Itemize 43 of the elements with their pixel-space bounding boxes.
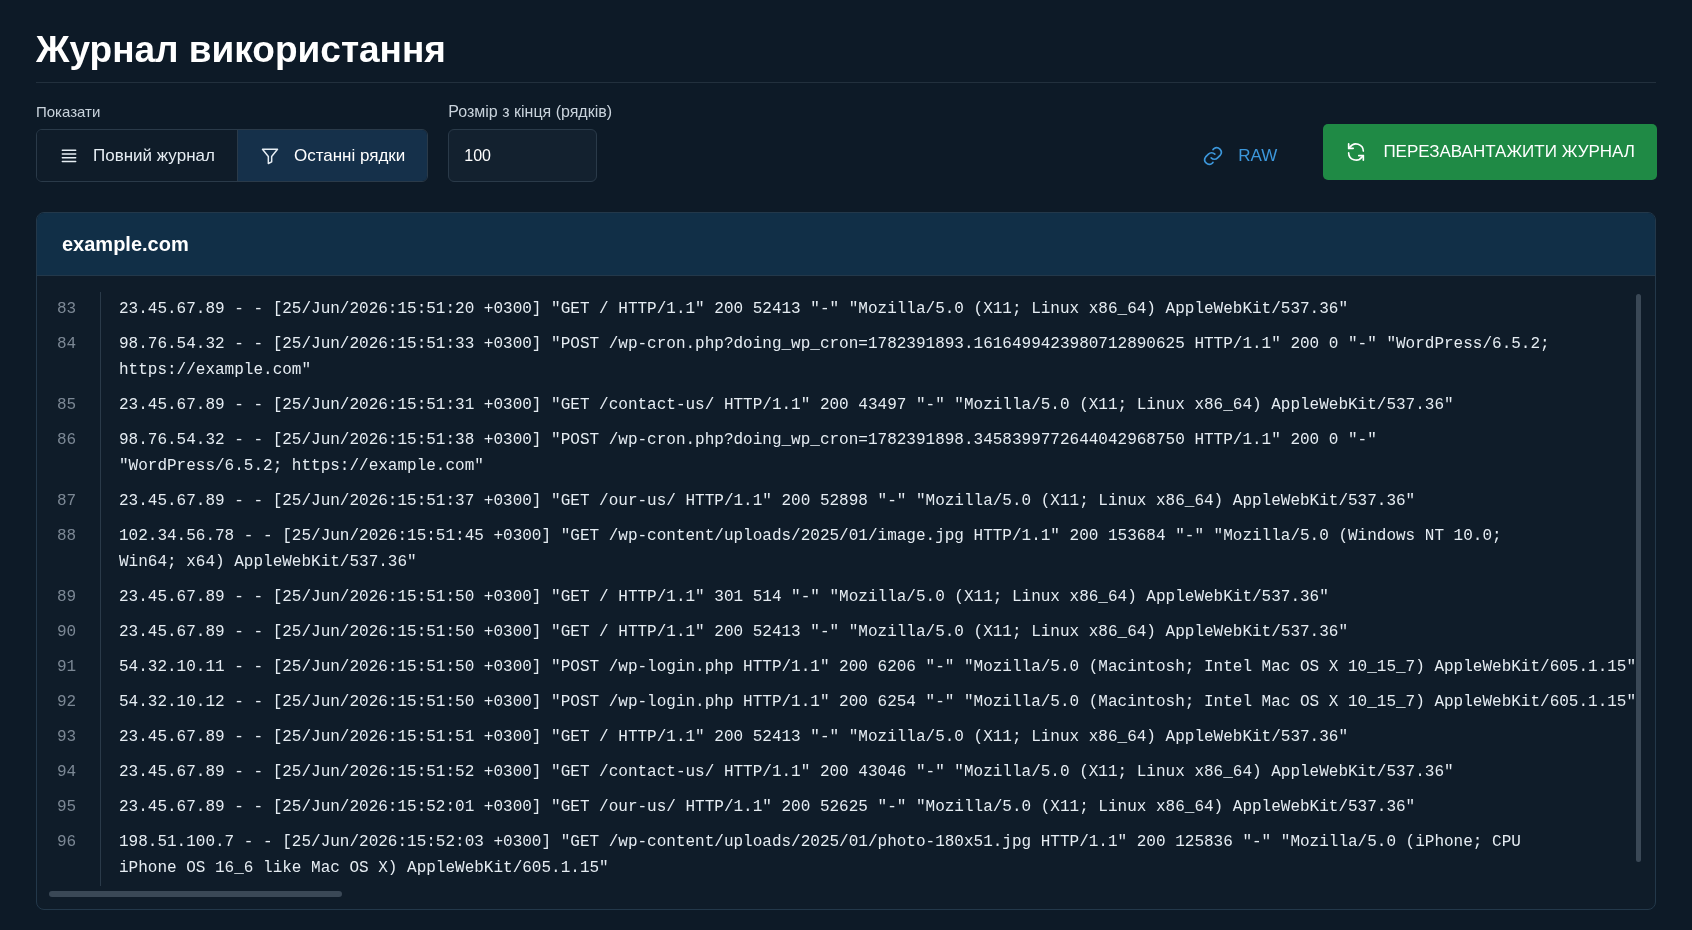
log-line: iPhone OS 16_6 like Mac OS X) AppleWebKit/605.1.15" (119, 858, 609, 879)
log-line: 54.32.10.11 - - [25/Jun/2026:15:51:50 +0300] "POST /wp-login.php HTTP/1.1" 200 6206 "-" "Mozilla/5.0 (Macintosh; Intel Mac OS X 10_15_7) AppleWebKit/605.1.15" (119, 657, 1637, 678)
line-number: 86 (56, 431, 77, 449)
log-line: 98.76.54.32 - - [25/Jun/2026:15:51:38 +0300] "POST /wp-cron.php?doing_wp_cron=1782391898.3458399772644042968750 HTTP/1.1" 200 0 "-" (119, 430, 1377, 451)
line-number: 89 (56, 588, 77, 606)
log-line: Win64; x64) AppleWebKit/537.36" (119, 552, 417, 573)
line-number: 95 (56, 798, 77, 816)
vertical-scrollbar[interactable] (1636, 294, 1641, 862)
log-line: "WordPress/6.5.2; https://example.com" (119, 456, 484, 477)
log-line: 23.45.67.89 - - [25/Jun/2026:15:51:31 +0300] "GET /contact-us/ HTTP/1.1" 200 43497 "-" "Mozilla/5.0 (X11; Linux x86_64) AppleWebKit/537.36" (119, 395, 1454, 416)
log-line: 54.32.10.12 - - [25/Jun/2026:15:51:50 +0300] "POST /wp-login.php HTTP/1.1" 200 6254 "-" "Mozilla/5.0 (Macintosh; Intel Mac OS X 10_15_7) AppleWebKit/605.1.15" (119, 692, 1637, 713)
line-number: 83 (56, 300, 77, 318)
log-line: https://example.com" (119, 360, 312, 381)
page-title: Журнал використання (36, 28, 447, 72)
line-number: 85 (56, 396, 77, 414)
horizontal-scrollbar[interactable] (49, 891, 342, 897)
line-number: 96 (56, 833, 77, 851)
log-line: 23.45.67.89 - - [25/Jun/2026:15:51:37 +0300] "GET /our-us/ HTTP/1.1" 200 52898 "-" "Mozilla/5.0 (X11; Linux x86_64) AppleWebKit/537.36" (119, 491, 1416, 512)
link-icon (1202, 144, 1225, 167)
field-label: Показати (36, 103, 102, 121)
line-number: 92 (56, 693, 77, 711)
log-line: 198.51.100.7 - - [25/Jun/2026:15:52:03 +0300] "GET /wp-content/uploads/2025/01/photo-180x51.jpg HTTP/1.1" 200 125836 "-" "Mozilla/5.0 (iPhone; CPU (119, 832, 1521, 853)
log-line: 23.45.67.89 - - [25/Jun/2026:15:51:50 +0300] "GET / HTTP/1.1" 200 52413 "-" "Mozilla/5.0 (X11; Linux x86_64) AppleWebKit/537.36" (119, 622, 1348, 643)
line-number: 90 (56, 623, 77, 641)
view-tab[interactable]: Останні рядки (236, 130, 428, 181)
line-number: 88 (56, 527, 77, 545)
line-number: 93 (56, 728, 77, 746)
log-line: 98.76.54.32 - - [25/Jun/2026:15:51:33 +0300] "POST /wp-cron.php?doing_wp_cron=1782391893.1616499423980712890625 HTTP/1.1" 200 0 "-" "WordPress/6.5.2; (119, 334, 1550, 355)
line-number: 87 (56, 492, 77, 510)
log-line: 23.45.67.89 - - [25/Jun/2026:15:52:01 +0300] "GET /our-us/ HTTP/1.1" 200 52625 "-" "Mozilla/5.0 (X11; Linux x86_64) AppleWebKit/537.36" (119, 797, 1416, 818)
log-line: 102.34.56.78 - - [25/Jun/2026:15:51:45 +0300] "GET /wp-content/uploads/2025/01/image.jpg HTTP/1.1" 200 153684 "-" "Mozilla/5.0 (Windows NT 10.0; (119, 526, 1502, 547)
log-line: 23.45.67.89 - - [25/Jun/2026:15:51:52 +0300] "GET /contact-us/ HTTP/1.1" 200 43046 "-" "Mozilla/5.0 (X11; Linux x86_64) AppleWebKit/537.36" (119, 762, 1454, 783)
line-number: 94 (56, 763, 77, 781)
log-line: 23.45.67.89 - - [25/Jun/2026:15:51:51 +0300] "GET / HTTP/1.1" 200 52413 "-" "Mozilla/5.0 (X11; Linux x86_64) AppleWebKit/537.36" (119, 727, 1348, 748)
line-number: 84 (56, 335, 77, 353)
log-line: 23.45.67.89 - - [25/Jun/2026:15:51:20 +0300] "GET / HTTP/1.1" 200 52413 "-" "Mozilla/5.0 (X11; Linux x86_64) AppleWebKit/537.36" (119, 299, 1348, 320)
panel-title: example.com (62, 232, 189, 257)
field-label: Розмір з кінця (рядків) (448, 103, 613, 121)
reload-log-button[interactable]: ПЕРЕЗАВАНТАЖИТИ ЖУРНАЛ (1323, 124, 1657, 180)
line-number: 91 (56, 658, 77, 676)
input-field[interactable]: 100 (448, 129, 598, 182)
raw-link[interactable]: RAW (1190, 129, 1290, 182)
log-line: 23.45.67.89 - - [25/Jun/2026:15:51:50 +0300] "GET / HTTP/1.1" 301 514 "-" "Mozilla/5.0 (X11; Linux x86_64) AppleWebKit/537.36" (119, 587, 1329, 608)
